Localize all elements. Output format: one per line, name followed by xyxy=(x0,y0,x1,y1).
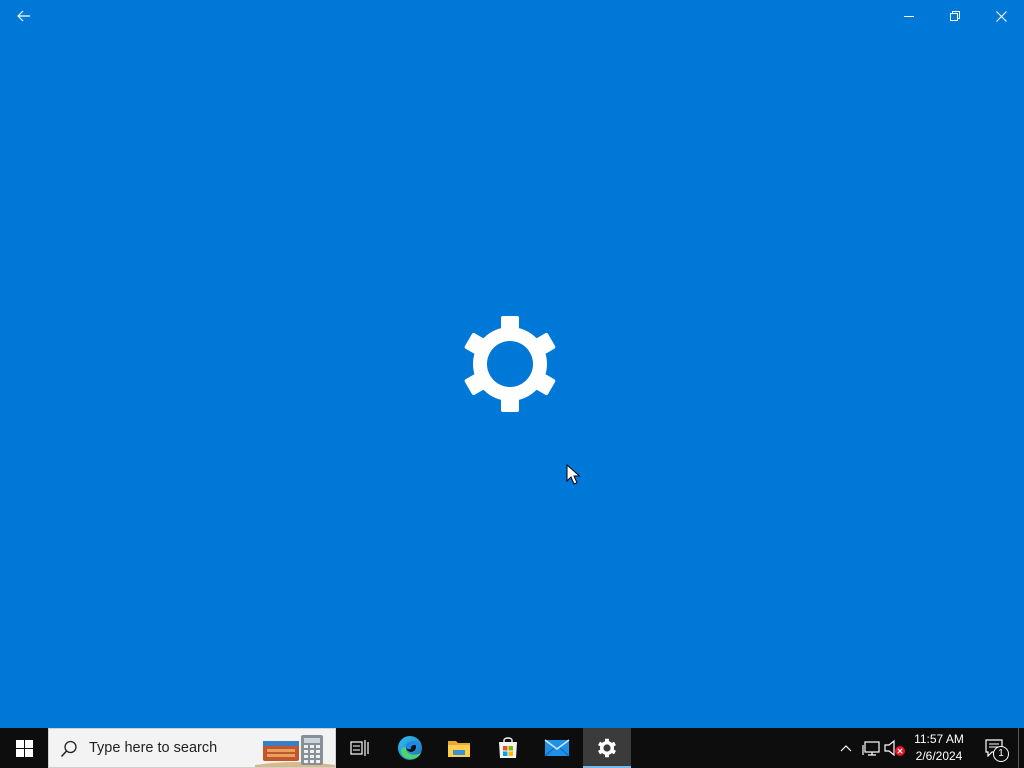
store-button[interactable] xyxy=(484,728,532,768)
restore-button[interactable] xyxy=(932,0,978,32)
title-bar xyxy=(0,0,1024,32)
mouse-cursor-icon xyxy=(566,464,580,485)
settings-button[interactable] xyxy=(583,728,631,768)
notification-count-badge: 1 xyxy=(993,746,1009,762)
volume-muted-icon xyxy=(884,739,905,757)
search-icon xyxy=(59,739,79,759)
close-button[interactable] xyxy=(978,0,1024,32)
store-icon xyxy=(499,737,517,758)
clock[interactable]: 11:57 AM 2/6/2024 xyxy=(906,730,972,766)
arrow-left-icon xyxy=(17,10,30,22)
file-explorer-button[interactable] xyxy=(435,728,483,768)
back-button[interactable] xyxy=(0,0,48,32)
task-view-icon xyxy=(350,740,369,756)
settings-window xyxy=(0,0,1024,728)
clock-date: 2/6/2024 xyxy=(915,749,963,763)
gear-icon xyxy=(598,738,616,758)
show-desktop-button[interactable] xyxy=(1018,728,1024,768)
folder-icon xyxy=(448,741,470,757)
search-box[interactable]: Type here to search xyxy=(48,728,336,768)
network-icon xyxy=(862,741,880,756)
network-button[interactable] xyxy=(859,728,883,768)
action-center-button[interactable]: 1 xyxy=(978,728,1012,768)
volume-button[interactable] xyxy=(883,728,907,768)
edge-button[interactable] xyxy=(386,728,434,768)
start-button[interactable] xyxy=(0,728,48,768)
search-placeholder[interactable]: Type here to search xyxy=(89,740,217,756)
clock-time: 11:57 AM xyxy=(914,732,964,746)
close-icon xyxy=(995,10,1007,22)
mail-button[interactable] xyxy=(533,728,581,768)
gear-icon xyxy=(464,316,556,412)
show-hidden-icons-button[interactable] xyxy=(834,728,858,768)
minimize-button[interactable] xyxy=(886,0,932,32)
task-view-button[interactable] xyxy=(336,728,384,768)
edge-icon xyxy=(398,736,422,760)
taskbar: Type here to search 11:57 AM 2/6/2024 1 xyxy=(0,728,1024,768)
chevron-up-icon xyxy=(840,745,852,752)
restore-icon xyxy=(950,11,960,21)
minimize-icon xyxy=(904,16,914,17)
windows-logo-icon xyxy=(15,739,33,757)
mail-icon xyxy=(544,739,570,757)
search-highlight-illustration xyxy=(255,735,335,767)
